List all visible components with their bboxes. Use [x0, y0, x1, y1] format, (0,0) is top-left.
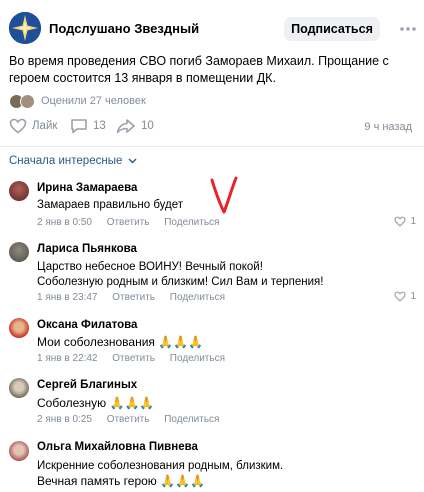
comment-meta: 1 янв в 23:47 Ответить Поделиться	[37, 292, 237, 303]
comment-author[interactable]: Лариса Пьянкова	[37, 243, 137, 255]
comment-text: Мои соболезнования 🙏🙏🙏	[37, 335, 204, 349]
heart-icon	[394, 216, 407, 227]
post-header: Подслушано Звездный Подписаться	[0, 0, 424, 56]
post-actions: Лайк 13 10 9 ч назад	[9, 118, 419, 138]
comment-avatar[interactable]	[9, 318, 29, 338]
comment-like-button[interactable]: 1	[394, 291, 416, 302]
comment-text-line2: Вечная память герою 🙏🙏🙏	[37, 474, 205, 488]
heart-icon	[9, 118, 27, 134]
group-avatar[interactable]	[9, 12, 41, 44]
comment-text: Замараев правильно будет	[37, 199, 184, 211]
comment-time[interactable]: 2 янв в 0:25	[37, 414, 92, 425]
likes-text[interactable]: Оценили 27 человек	[41, 95, 146, 107]
heart-icon	[394, 291, 407, 302]
share-icon	[116, 119, 135, 134]
post-text: Во время проведения СВО погиб Замораев М…	[9, 54, 389, 85]
comment-avatar[interactable]	[9, 378, 29, 398]
comment-avatar[interactable]	[9, 441, 29, 461]
like-button[interactable]: Лайк	[9, 118, 57, 134]
comment-text: Соболезную 🙏🙏🙏	[37, 396, 155, 410]
liker-avatar	[20, 93, 35, 109]
reply-button[interactable]: Ответить	[112, 292, 155, 303]
comment-text-line2: Соболезную родным и близким! Сил Вам и т…	[37, 276, 324, 288]
comment-meta: 1 янв в 22:42 Ответить Поделиться	[37, 353, 237, 364]
comment-like-button[interactable]: 1	[394, 216, 416, 227]
shares-count: 10	[141, 120, 154, 132]
share-comment-button[interactable]: Поделиться	[164, 414, 219, 425]
group-name[interactable]: Подслушано Звездный	[49, 21, 199, 36]
star-logo-icon	[9, 12, 41, 44]
comment-time[interactable]: 2 янв в 0:50	[37, 217, 92, 228]
chevron-down-icon	[128, 158, 137, 164]
reply-button[interactable]: Ответить	[107, 217, 150, 228]
share-comment-button[interactable]: Поделиться	[164, 217, 219, 228]
comment-likes-count: 1	[410, 291, 416, 302]
comment-avatar[interactable]	[9, 242, 29, 262]
comment-avatar[interactable]	[9, 181, 29, 201]
comment-author[interactable]: Ольга Михайловна Пивнева	[37, 441, 198, 453]
comments-button[interactable]: 13	[70, 118, 106, 134]
share-comment-button[interactable]: Поделиться	[170, 292, 225, 303]
comment-likes-count: 1	[410, 216, 416, 227]
comment-text: Царство небесное ВОИНУ! Вечный покой!	[37, 261, 263, 273]
comment-text: Искренние соболезнования родным, близким…	[37, 460, 284, 472]
comments-sort-dropdown[interactable]: Сначала интересные	[9, 155, 137, 167]
sort-label: Сначала интересные	[9, 155, 123, 167]
post-time[interactable]: 9 ч назад	[364, 121, 412, 133]
comment-time[interactable]: 1 янв в 23:47	[37, 292, 97, 303]
comment-author[interactable]: Оксана Филатова	[37, 319, 137, 331]
comment-time[interactable]: 1 янв в 22:42	[37, 353, 97, 364]
share-button[interactable]: 10	[116, 118, 154, 134]
comments-count: 13	[93, 120, 106, 132]
comment-author[interactable]: Ирина Замараева	[37, 182, 137, 194]
comment-meta: 2 янв в 0:25 Ответить Поделиться	[37, 414, 231, 425]
reply-button[interactable]: Ответить	[112, 353, 155, 364]
reply-button[interactable]: Ответить	[107, 414, 150, 425]
subscribe-button[interactable]: Подписаться	[284, 17, 380, 41]
comment-icon	[71, 119, 87, 134]
comment-meta: 2 янв в 0:50 Ответить Поделиться	[37, 217, 231, 228]
likes-summary[interactable]: Оценили 27 человек	[9, 93, 146, 109]
divider	[0, 146, 424, 147]
like-label: Лайк	[32, 120, 58, 132]
comment-author[interactable]: Сергей Благиных	[37, 379, 137, 391]
more-options-icon[interactable]	[399, 20, 417, 38]
share-comment-button[interactable]: Поделиться	[170, 353, 225, 364]
